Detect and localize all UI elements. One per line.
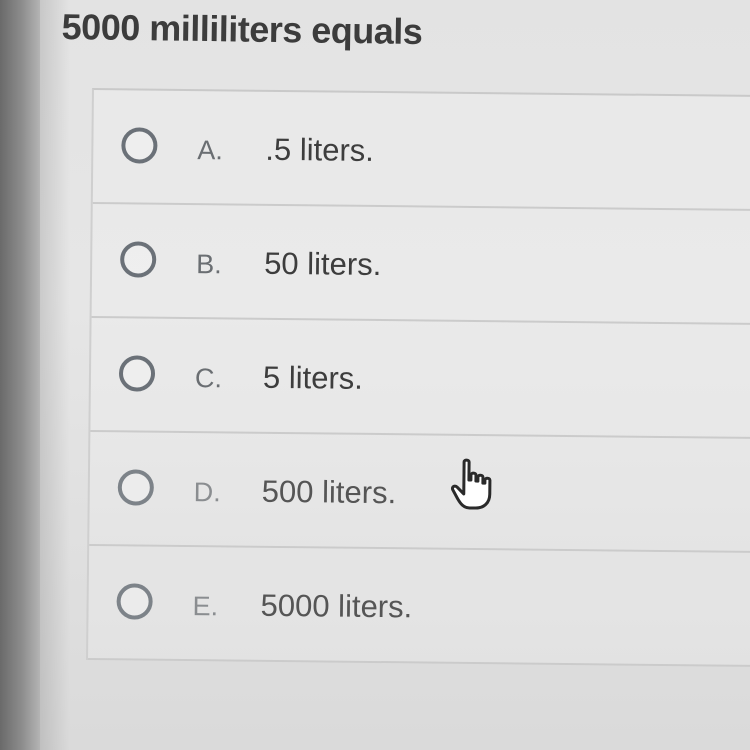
radio-button-b[interactable]	[120, 241, 157, 278]
option-letter: C.	[194, 363, 223, 394]
option-b[interactable]: B. 50 liters.	[91, 204, 750, 326]
option-letter: D.	[193, 477, 221, 508]
radio-button-c[interactable]	[118, 355, 156, 392]
screen-bezel	[0, 0, 40, 750]
bezel-shadow	[40, 0, 70, 750]
option-letter: A.	[197, 135, 224, 166]
option-letter: E.	[192, 591, 219, 622]
option-letter: B.	[196, 249, 222, 280]
hand-pointer-icon	[450, 458, 492, 510]
option-label: 5 liters.	[262, 359, 364, 396]
radio-button-e[interactable]	[116, 583, 153, 620]
option-label: 50 liters.	[263, 245, 382, 283]
option-label: 5000 liters.	[260, 587, 413, 625]
answer-options: A. .5 liters. B. 50 liters. C. 5 liters.…	[86, 88, 750, 668]
option-d[interactable]: D. 500 liters.	[89, 432, 750, 554]
option-label: .5 liters.	[265, 131, 375, 168]
option-a[interactable]: A. .5 liters.	[92, 90, 750, 212]
option-c[interactable]: C. 5 liters.	[90, 318, 750, 440]
radio-button-d[interactable]	[117, 469, 155, 506]
option-e[interactable]: E. 5000 liters.	[88, 545, 750, 668]
radio-button-a[interactable]	[121, 127, 158, 164]
question-text: 5000 milliliters equals	[61, 6, 423, 53]
option-label: 500 liters.	[261, 473, 397, 511]
